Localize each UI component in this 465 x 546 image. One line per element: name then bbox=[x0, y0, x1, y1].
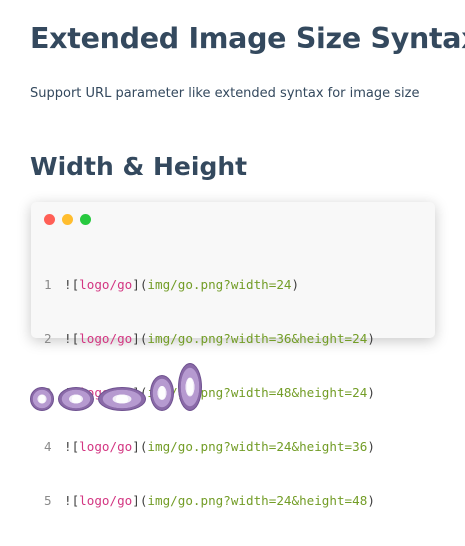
go-gopher-logo-icon bbox=[150, 375, 174, 411]
go-gopher-logo-icon bbox=[30, 387, 54, 411]
code-punct: ) bbox=[291, 277, 300, 292]
line-number: 4 bbox=[44, 439, 52, 454]
code-punct: ![ bbox=[64, 439, 80, 454]
code-punct: ) bbox=[367, 493, 375, 508]
code-punct: ![ bbox=[64, 493, 80, 508]
line-number: 5 bbox=[44, 493, 52, 508]
code-punct: ]( bbox=[132, 493, 148, 508]
code-alt-text: logo/go bbox=[79, 493, 133, 508]
go-gopher-logo-icon bbox=[58, 387, 94, 411]
code-punct: ]( bbox=[132, 439, 148, 454]
code-line: 5 ![logo/go](img/go.png?width=24&height=4… bbox=[44, 492, 375, 510]
code-url: img/go.png?width=24&height=36 bbox=[147, 439, 368, 454]
code-punct: ) bbox=[367, 385, 375, 400]
code-punct: ) bbox=[367, 439, 375, 454]
go-gopher-logo-icon bbox=[98, 387, 146, 411]
go-gopher-logo-icon bbox=[178, 363, 202, 411]
image-row bbox=[30, 0, 230, 440]
code-url: img/go.png?width=24&height=48 bbox=[147, 493, 368, 508]
code-punct: ) bbox=[367, 331, 375, 346]
code-line: 4 ![logo/go](img/go.png?width=24&height=3… bbox=[44, 438, 375, 456]
code-alt-text: logo/go bbox=[79, 439, 133, 454]
